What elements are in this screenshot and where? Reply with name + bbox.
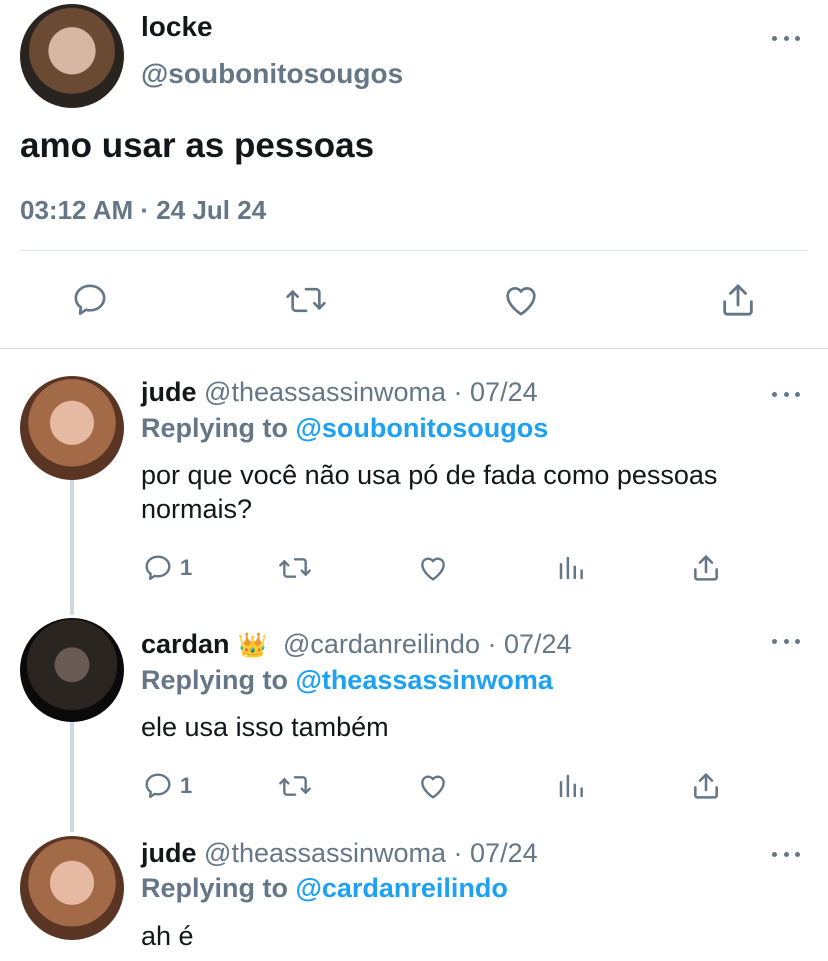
reply-header: jude @theassassinwoma · 07/24 [141,838,538,869]
replying-to: Replying to @theassassinwoma [141,665,553,696]
main-tweet: locke @soubonitosougos amo usar as pesso… [0,0,828,348]
like-icon[interactable] [416,546,450,590]
share-icon[interactable] [690,546,722,590]
more-options-icon[interactable] [772,636,800,646]
reply-header: cardan 👑 @cardanreilindo · 07/24 [141,629,572,660]
divider [20,250,808,251]
reply-icon [145,555,171,581]
reply-button[interactable]: 1 [142,764,192,808]
reply-count: 1 [180,773,193,798]
replying-to: Replying to @soubonitosougos [141,413,548,444]
share-icon[interactable] [690,764,722,808]
replying-label: Replying to [141,665,296,695]
retweet-icon[interactable] [276,764,314,808]
tweet-text: ele usa isso também [141,712,389,742]
analytics-icon[interactable] [556,764,586,808]
section-divider [0,348,828,349]
avatar[interactable] [20,836,124,940]
crown-badge-icon: 👑 [237,632,268,659]
mention-link[interactable]: @cardanreilindo [296,873,508,903]
more-options-icon[interactable] [772,849,800,859]
like-icon[interactable] [497,270,545,330]
reply-count: 1 [180,555,193,580]
more-options-icon[interactable] [772,389,800,399]
reply-icon [145,773,171,799]
avatar[interactable] [20,618,124,722]
share-icon[interactable] [714,270,762,330]
tweet-text: amo usar as pessoas [20,126,375,165]
reply-icon[interactable] [66,270,114,330]
mention-link[interactable]: @soubonitosougos [296,413,549,443]
replying-label: Replying to [141,413,296,443]
tweet-text: ah é [141,921,194,951]
tweet-text: por que você não usa pó de fada como pes… [141,460,718,524]
author-handle-date[interactable]: @theassassinwoma · 07/24 [204,377,538,407]
analytics-icon[interactable] [556,546,586,590]
more-options-icon[interactable] [772,33,800,43]
author-name[interactable]: jude [141,377,197,407]
tweet-actions: 1 [0,764,828,808]
avatar[interactable] [20,376,124,480]
author-name[interactable]: cardan [141,629,230,659]
replying-label: Replying to [141,873,296,903]
retweet-icon[interactable] [282,270,330,330]
tweet-actions [0,270,828,330]
reply-header: jude @theassassinwoma · 07/24 [141,377,538,408]
author-handle-date[interactable]: @cardanreilindo · 07/24 [283,629,572,659]
tweet-actions: 1 [0,546,828,590]
author-name[interactable]: jude [141,838,197,868]
author-name[interactable]: locke [141,11,213,43]
reply-button[interactable]: 1 [142,546,192,590]
mention-link[interactable]: @theassassinwoma [296,665,553,695]
tweet-timestamp: 03:12 AM · 24 Jul 24 [20,195,267,225]
author-handle-date[interactable]: @theassassinwoma · 07/24 [204,838,538,868]
avatar[interactable] [20,4,124,108]
replying-to: Replying to @cardanreilindo [141,873,508,904]
retweet-icon[interactable] [276,546,314,590]
author-handle[interactable]: @soubonitosougos [141,58,403,90]
like-icon[interactable] [416,764,450,808]
